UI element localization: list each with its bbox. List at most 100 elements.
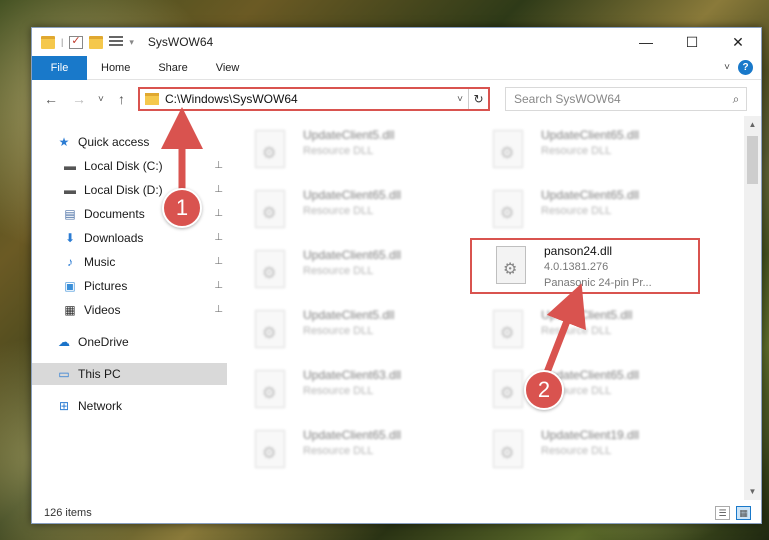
- file-tile[interactable]: UpdateClient65.dllResource DLL: [469, 124, 699, 180]
- file-type: Resource DLL: [303, 385, 374, 397]
- file-tile[interactable]: UpdateClient19.dll Resource DLL: [469, 424, 699, 480]
- pin-icon[interactable]: ⊥: [214, 208, 223, 219]
- dll-file-icon: [255, 310, 285, 348]
- properties-check-icon[interactable]: [69, 34, 84, 49]
- view-buttons: ☰ ▦: [715, 506, 751, 520]
- sidebar-item-label: Quick access: [78, 135, 150, 149]
- sidebar-item-label: Network: [78, 399, 123, 413]
- sidebar-item-local-disk-c[interactable]: ▬ Local Disk (C:) ⊥: [32, 155, 227, 177]
- scroll-down-icon[interactable]: ▼: [744, 483, 761, 500]
- search-input[interactable]: Search SysWOW64: [506, 92, 726, 106]
- sidebar-item-this-pc[interactable]: ▭ This PC: [32, 363, 227, 385]
- sidebar-item-network[interactable]: ⊞ Network: [32, 395, 227, 417]
- close-button[interactable]: ✕: [715, 28, 761, 56]
- file-name: UpdateClient65.dll: [303, 248, 402, 262]
- sidebar-item-label: Music: [84, 255, 116, 269]
- file-type: Resource DLL: [303, 445, 374, 457]
- navigation-pane: ★ Quick access ▬ Local Disk (C:) ⊥ ▬ Local Dis…: [32, 121, 227, 501]
- scroll-thumb[interactable]: [747, 136, 758, 184]
- pin-icon[interactable]: ⊥: [214, 184, 223, 195]
- file-tile[interactable]: UpdateClient65.dll Resource DLL: [231, 184, 461, 240]
- sidebar-item-pictures[interactable]: ▣ Pictures ⊥: [32, 275, 227, 297]
- address-bar[interactable]: C:\Windows\SysWOW64 ˅ ↻: [138, 87, 490, 111]
- minimize-button[interactable]: —: [623, 28, 669, 56]
- file-name: UpdateClient65.dll: [303, 188, 402, 202]
- details-view-icon[interactable]: ☰: [715, 506, 730, 520]
- download-icon: ⬇: [64, 231, 76, 245]
- customize-dropdown-icon[interactable]: ▾: [129, 37, 134, 48]
- file-description: Panasonic 24-pin Pr...: [544, 277, 652, 289]
- sidebar-item-label: Documents: [84, 207, 145, 221]
- help-icon[interactable]: ?: [738, 60, 753, 75]
- properties-icon[interactable]: [109, 36, 124, 48]
- pictures-icon: ▣: [64, 279, 76, 293]
- file-tile[interactable]: UpdateClient65.dllResource DLL: [231, 424, 461, 480]
- item-count: 126 items: [44, 507, 92, 519]
- file-tab[interactable]: File: [32, 55, 87, 80]
- recent-locations-button[interactable]: ˅: [98, 94, 104, 105]
- sidebar-item-music[interactable]: ♪ Music ⊥: [32, 251, 227, 273]
- file-type: Resource DLL: [541, 205, 612, 217]
- sidebar-item-label: Downloads: [84, 231, 144, 245]
- file-type: Resource DLL: [303, 265, 374, 277]
- cloud-icon: ☁: [58, 335, 70, 349]
- file-type: Resource DLL: [303, 205, 374, 217]
- pin-icon[interactable]: ⊥: [214, 232, 223, 243]
- sidebar-item-videos[interactable]: ▦ Videos ⊥: [32, 299, 227, 321]
- selected-file-tile[interactable]: panson24.dll 4.0.1381.276 Panasonic 24-pin…: [470, 238, 700, 294]
- pin-icon[interactable]: ⊥: [214, 280, 223, 291]
- videos-icon: ▦: [64, 303, 76, 317]
- ribbon-right-controls: ˅ ?: [724, 60, 753, 75]
- expand-ribbon-icon[interactable]: ˅: [724, 62, 730, 73]
- file-name: UpdateClient19.dll: [541, 428, 640, 442]
- back-button[interactable]: ←: [44, 91, 58, 107]
- file-name: UpdateClient65.dll: [541, 128, 640, 142]
- chevron-down-icon[interactable]: ˅: [452, 94, 468, 105]
- vertical-scrollbar[interactable]: ▲ ▼: [744, 116, 761, 500]
- search-icon[interactable]: ⌕: [726, 92, 746, 107]
- file-tile[interactable]: UpdateClient5.dll Resource DLL: [231, 124, 461, 180]
- sidebar-item-label: Pictures: [84, 279, 128, 293]
- computer-icon: ▭: [58, 367, 70, 381]
- step-2-badge: 2: [524, 370, 564, 410]
- tiles-view-icon[interactable]: ▦: [736, 506, 751, 520]
- file-tile[interactable]: UpdateClient65.dll Resource DLL: [231, 244, 461, 300]
- ribbon: File Home Share View ˅ ?: [32, 55, 761, 80]
- pin-icon[interactable]: ⊥: [214, 160, 223, 171]
- tab-share[interactable]: Share: [144, 56, 201, 80]
- scroll-up-icon[interactable]: ▲: [744, 116, 761, 133]
- sidebar-item-quick-access[interactable]: ★ Quick access: [32, 131, 227, 153]
- up-button[interactable]: ↑: [118, 91, 125, 107]
- file-tile[interactable]: UpdateClient65.dllResource DLL: [469, 184, 699, 240]
- file-tile[interactable]: UpdateClient63.dll Resource DLL: [231, 364, 461, 420]
- document-icon: ▤: [64, 207, 76, 221]
- sidebar-item-label: OneDrive: [78, 335, 129, 349]
- folder-icon: [41, 35, 55, 49]
- file-version: 4.0.1381.276: [544, 261, 609, 273]
- window-title: SysWOW64: [147, 35, 214, 49]
- drive-icon: ▬: [64, 159, 76, 173]
- file-tile[interactable]: UpdateClient5.dll Resource DLL: [231, 304, 461, 360]
- network-icon: ⊞: [58, 399, 70, 413]
- forward-button[interactable]: →: [72, 91, 86, 107]
- dll-file-icon: [255, 250, 285, 288]
- file-tile[interactable]: UpdateClient65.dllResource DLL: [469, 364, 699, 420]
- tab-view[interactable]: View: [202, 56, 254, 80]
- status-bar: 126 items ☰ ▦: [32, 502, 761, 524]
- address-path[interactable]: C:\Windows\SysWOW64: [165, 92, 452, 106]
- pin-icon[interactable]: ⊥: [214, 256, 223, 267]
- sidebar-item-downloads[interactable]: ⬇ Downloads ⊥: [32, 227, 227, 249]
- refresh-icon[interactable]: ↻: [468, 89, 488, 109]
- search-box[interactable]: Search SysWOW64 ⌕: [505, 87, 747, 111]
- navigation-bar: ← → ˅ ↑ C:\Windows\SysWOW64 ˅ ↻ Search S…: [32, 84, 761, 114]
- sidebar-item-onedrive[interactable]: ☁ OneDrive: [32, 331, 227, 353]
- file-tile[interactable]: UpdateClient5.dll Resource DLL: [469, 304, 699, 360]
- dll-file-icon: [255, 370, 285, 408]
- dll-file-icon: [255, 190, 285, 228]
- pin-icon[interactable]: ⊥: [214, 304, 223, 315]
- dll-file-icon: [493, 190, 523, 228]
- new-folder-icon[interactable]: [89, 35, 104, 49]
- maximize-button[interactable]: ☐: [669, 28, 715, 56]
- tab-home[interactable]: Home: [87, 56, 144, 80]
- sidebar-item-label: Local Disk (D:): [84, 183, 163, 197]
